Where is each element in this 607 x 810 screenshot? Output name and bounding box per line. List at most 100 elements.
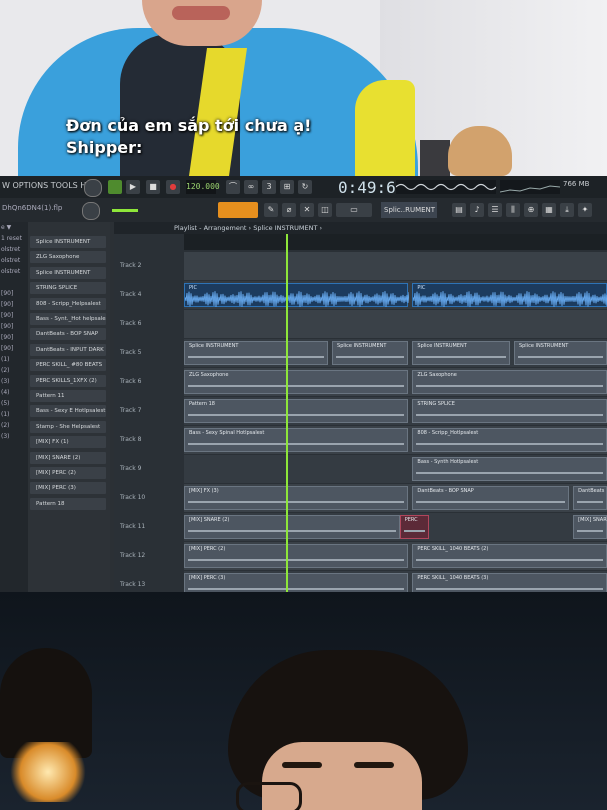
blend-icon[interactable]: ⊞	[280, 180, 294, 194]
channel-button[interactable]: [MIX] PERC (3)	[30, 482, 106, 495]
pattern-clip[interactable]: ZLG Saxophone	[184, 370, 409, 394]
track-label[interactable]: Track 10	[120, 494, 145, 501]
loop-record-icon[interactable]: ↻	[298, 180, 312, 194]
audio-clip[interactable]: PIC	[184, 283, 410, 307]
pattern-clip[interactable]: STRING SPLICE	[412, 399, 607, 423]
browser-item[interactable]: [90]	[0, 332, 28, 343]
pattern-clip[interactable]: Splice INSTRUMENT	[412, 341, 510, 365]
browser-item[interactable]: (3)	[0, 431, 28, 442]
channel-button[interactable]: PERC SKILL_ #80 BEATS	[30, 359, 106, 372]
play-button[interactable]: ▶	[126, 180, 140, 194]
channel-button[interactable]: [MIX] SNARE (2)	[30, 451, 106, 464]
channel-button[interactable]: Pattern 11	[30, 390, 106, 402]
pattern-clip[interactable]: Bass - Synth Hotlpsalest	[412, 457, 607, 481]
track-lane[interactable]: [MIX] SNARE (2) PERC [MIX] SNARE	[184, 513, 607, 541]
channel-rack-icon[interactable]: ☰	[488, 203, 502, 217]
track-label[interactable]: Track 2	[120, 262, 141, 269]
export-icon[interactable]: ⤓	[560, 203, 574, 217]
pattern-clip[interactable]: PERC SKILL_ 1040 BEATS (3)	[412, 573, 607, 592]
master-volume-knob[interactable]	[82, 202, 100, 220]
channel-button[interactable]: Pattern 18	[30, 497, 106, 510]
playlist-icon[interactable]: ▤	[452, 203, 466, 217]
channel-button[interactable]: Bass - Sexy E Hotlpsalest	[30, 405, 106, 418]
track-lane[interactable]	[184, 310, 607, 338]
channel-button[interactable]: STRING SPLICE	[30, 282, 106, 295]
metronome-icon[interactable]: ⌒	[226, 180, 240, 194]
channel-button[interactable]: ZLG Saxophone	[30, 251, 106, 264]
track-label[interactable]: Track 12	[120, 552, 145, 559]
track-lane[interactable]: [MIX] PERC (3) PERC SKILL_ 1040 BEATS (3)	[184, 571, 607, 592]
countdown-icon[interactable]: 3	[262, 180, 276, 194]
channel-button[interactable]: DantBeats - BOP SNAP	[30, 328, 106, 341]
channel-button[interactable]: DantBeats - INPUT DARK	[30, 343, 106, 356]
browser-item[interactable]: (2)	[0, 365, 28, 376]
record-knob[interactable]	[84, 179, 102, 197]
wait-icon[interactable]: ∞	[244, 180, 258, 194]
tools-icon[interactable]: ✦	[578, 203, 592, 217]
delete-tool-icon[interactable]: ✕	[300, 203, 314, 217]
browser-item[interactable]: olstret	[0, 244, 28, 255]
pattern-clip[interactable]: [MIX] SNARE (2)	[184, 515, 400, 539]
browser-item[interactable]: (5)	[0, 398, 28, 409]
pattern-selector[interactable]: Splic..RUMENT	[381, 202, 437, 218]
pattern-clip[interactable]: 808 - Scripp_Hotlpsalest	[412, 428, 607, 452]
pattern-clip[interactable]: PERC	[399, 515, 430, 539]
track-lane[interactable]: [MIX] PERC (2) PERC SKILL_ 1040 BEATS (2)	[184, 542, 607, 570]
pattern-clip[interactable]: Bass - Sexy Spinal Hotlpsalest	[184, 428, 409, 452]
track-lane[interactable]: Bass - Synth Hotlpsalest	[184, 455, 607, 483]
channel-button[interactable]: Splice INSTRUMENT	[30, 236, 106, 248]
channel-button[interactable]: Splice INSTRUMENT	[30, 266, 106, 279]
track-label[interactable]: Track 9	[120, 465, 141, 472]
browser-item[interactable]: (4)	[0, 387, 28, 398]
browser-item[interactable]: (1)	[0, 409, 28, 420]
track-lane[interactable]: PIC PIC	[184, 281, 607, 309]
pattern-clip[interactable]: [MIX] SNARE	[573, 515, 607, 539]
browser-item[interactable]	[0, 277, 28, 288]
mixer-icon[interactable]: ⫼	[506, 203, 520, 217]
browser-item[interactable]: [90]	[0, 288, 28, 299]
browser-item[interactable]: [90]	[0, 321, 28, 332]
browser-icon[interactable]: ▦	[542, 203, 556, 217]
pitch-slider[interactable]	[112, 209, 138, 212]
track-label[interactable]: Track 4	[120, 291, 141, 298]
track-lane[interactable]: ZLG Saxophone ZLG Saxophone	[184, 368, 607, 396]
track-lane[interactable]: Bass - Sexy Spinal Hotlpsalest 808 - Scri…	[184, 426, 607, 454]
channel-button[interactable]: Stamp - She Helpsalest	[30, 420, 106, 433]
channel-button[interactable]: [MIX] PERC (2)	[30, 467, 106, 479]
track-lane[interactable]: Splice INSTRUMENT Splice INSTRUMENT Splice…	[184, 339, 607, 367]
browser-item[interactable]: [90]	[0, 310, 28, 321]
channel-button[interactable]: 808 - Scripp_Helpsalest	[30, 297, 106, 310]
paint-tool-icon[interactable]: ⌀	[282, 203, 296, 217]
browser-item[interactable]: e ▼	[0, 222, 28, 233]
pattern-clip[interactable]: Splice INSTRUMENT	[332, 341, 409, 365]
browser-item[interactable]: (3)	[0, 376, 28, 387]
browser-item[interactable]: [90]	[0, 343, 28, 354]
line-selector[interactable]: ▭	[336, 203, 372, 217]
pat-song-toggle[interactable]	[108, 180, 122, 194]
browser-item[interactable]: (2)	[0, 420, 28, 431]
pattern-clip[interactable]: ZLG Saxophone	[412, 370, 607, 394]
draw-tool-icon[interactable]: ✎	[264, 203, 278, 217]
channel-button[interactable]: [MIX] FX (1)	[30, 436, 106, 449]
tempo-display[interactable]: 120.000	[186, 180, 220, 194]
pattern-clip[interactable]: [MIX] PERC (2)	[184, 544, 409, 568]
pattern-clip[interactable]: [MIX] PERC (3)	[184, 573, 409, 592]
browser-item[interactable]: olstret	[0, 255, 28, 266]
timeline-ruler[interactable]	[184, 234, 607, 250]
track-lane[interactable]	[184, 252, 607, 280]
track-lane[interactable]: [MIX] FX (3) DantBeats - BOP SNAP DantBeat…	[184, 484, 607, 512]
snap-button[interactable]	[218, 202, 258, 218]
browser-item[interactable]: (1)	[0, 354, 28, 365]
channel-button[interactable]: PERC SKILLS_1XFX (2)	[30, 374, 106, 387]
track-label[interactable]: Track 5	[120, 349, 141, 356]
browser-item[interactable]: 1 reset	[0, 233, 28, 244]
pattern-clip[interactable]: PERC SKILL_ 1040 BEATS (2)	[412, 544, 607, 568]
select-tool-icon[interactable]: ◫	[318, 203, 332, 217]
stop-button[interactable]: ■	[146, 180, 160, 194]
piano-roll-icon[interactable]: ♪	[470, 203, 484, 217]
record-button[interactable]: ●	[166, 180, 180, 194]
track-lane[interactable]: Pattern 18 STRING SPLICE	[184, 397, 607, 425]
pattern-clip[interactable]: DantBeats - BOP SNAP	[412, 486, 569, 510]
browser-item[interactable]: olstret	[0, 266, 28, 277]
pattern-clip[interactable]: Splice INSTRUMENT	[513, 341, 607, 365]
